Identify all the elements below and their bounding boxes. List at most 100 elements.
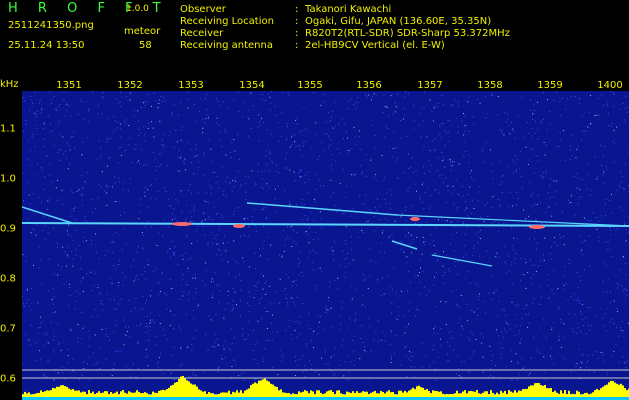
noise-pixel — [418, 124, 420, 126]
noise-pixel — [572, 327, 574, 329]
noise-pixel — [116, 98, 117, 100]
noise-pixel — [625, 240, 627, 242]
noise-pixel — [302, 199, 304, 201]
noise-pixel — [330, 196, 332, 198]
noise-pixel — [171, 112, 173, 114]
noise-pixel — [183, 160, 185, 162]
noise-pixel — [507, 113, 509, 115]
noise-pixel — [69, 163, 70, 165]
noise-pixel — [476, 307, 478, 309]
noise-pixel — [390, 331, 392, 333]
noise-pixel — [528, 322, 530, 324]
noise-pixel — [455, 117, 457, 119]
noise-pixel — [539, 286, 541, 288]
noise-pixel — [388, 115, 390, 116]
noise-pixel — [135, 298, 137, 299]
noise-pixel — [22, 130, 24, 132]
level-segment — [88, 390, 90, 397]
noise-pixel — [98, 140, 100, 142]
noise-pixel — [202, 127, 204, 129]
noise-pixel — [181, 211, 183, 213]
noise-pixel — [82, 327, 84, 329]
noise-pixel — [446, 202, 448, 204]
noise-pixel — [357, 236, 359, 238]
noise-pixel — [532, 119, 534, 120]
level-segment — [208, 392, 210, 397]
noise-pixel — [118, 178, 120, 179]
noise-pixel — [261, 171, 263, 173]
noise-pixel — [481, 342, 483, 344]
noise-pixel — [553, 363, 555, 365]
noise-pixel — [221, 214, 223, 216]
noise-pixel — [556, 244, 558, 246]
noise-pixel — [240, 183, 242, 185]
level-segment — [70, 389, 72, 397]
noise-pixel — [412, 171, 414, 173]
noise-pixel — [174, 245, 176, 247]
noise-pixel — [145, 322, 147, 324]
noise-pixel — [594, 156, 596, 158]
noise-pixel — [338, 231, 340, 233]
noise-pixel — [464, 150, 466, 152]
noise-pixel — [451, 290, 453, 292]
noise-pixel — [78, 244, 80, 246]
noise-pixel — [426, 135, 428, 137]
noise-pixel — [620, 181, 622, 183]
noise-pixel — [571, 155, 573, 157]
noise-pixel — [295, 146, 297, 148]
noise-pixel — [326, 133, 328, 135]
noise-pixel — [523, 308, 525, 310]
noise-pixel — [267, 93, 269, 95]
noise-pixel — [88, 330, 90, 332]
noise-pixel — [266, 328, 268, 329]
level-segment — [546, 388, 548, 397]
level-segment — [322, 394, 324, 397]
noise-pixel — [516, 237, 518, 239]
noise-pixel — [442, 156, 444, 158]
noise-pixel — [321, 270, 322, 272]
noise-pixel — [148, 123, 149, 124]
noise-pixel — [612, 141, 614, 143]
noise-pixel — [120, 91, 121, 93]
noise-pixel — [290, 334, 292, 335]
level-segment — [362, 391, 364, 397]
noise-pixel — [433, 150, 435, 152]
noise-pixel — [478, 299, 480, 301]
noise-pixel — [120, 350, 122, 352]
noise-pixel — [245, 191, 246, 193]
noise-pixel — [145, 187, 147, 188]
noise-pixel — [536, 349, 538, 351]
noise-pixel — [248, 320, 250, 322]
noise-pixel — [22, 254, 24, 256]
noise-pixel — [370, 210, 372, 212]
noise-pixel — [33, 264, 34, 266]
noise-pixel — [554, 241, 556, 243]
noise-pixel — [386, 106, 388, 108]
noise-pixel — [140, 106, 142, 108]
noise-pixel — [218, 187, 220, 189]
noise-pixel — [525, 146, 527, 148]
level-segment — [338, 390, 340, 397]
noise-pixel — [517, 379, 518, 381]
level-segment — [606, 384, 608, 397]
level-segment — [422, 387, 424, 397]
noise-pixel — [240, 373, 242, 375]
noise-pixel — [344, 266, 346, 268]
noise-pixel — [579, 103, 581, 105]
noise-pixel — [315, 288, 317, 290]
noise-pixel — [190, 257, 192, 259]
noise-pixel — [157, 107, 159, 109]
noise-pixel — [320, 316, 321, 318]
noise-pixel — [284, 167, 286, 169]
noise-pixel — [160, 291, 161, 292]
noise-pixel — [597, 175, 599, 177]
noise-pixel — [140, 198, 142, 200]
noise-pixel — [551, 326, 553, 328]
noise-pixel — [53, 273, 55, 275]
noise-pixel — [395, 335, 397, 337]
noise-pixel — [142, 234, 144, 236]
noise-pixel — [538, 303, 540, 305]
noise-pixel — [69, 295, 71, 296]
noise-pixel — [187, 91, 189, 93]
level-segment — [172, 384, 174, 397]
